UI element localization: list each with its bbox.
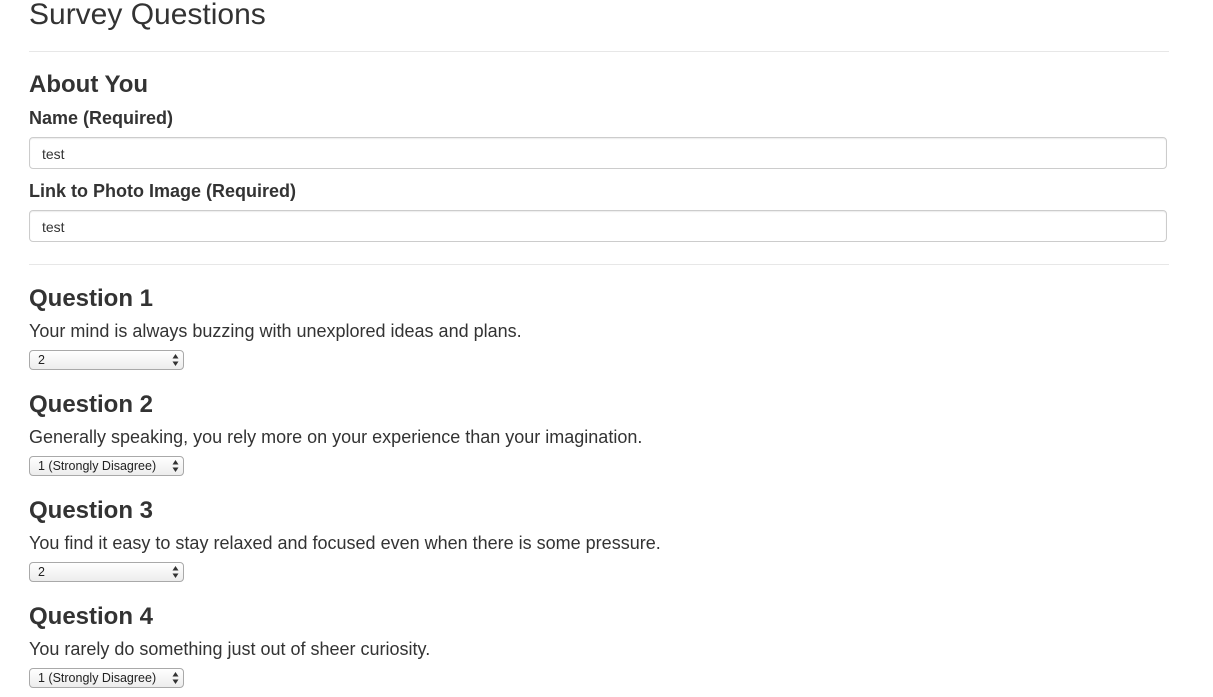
- photo-link-label: Link to Photo Image (Required): [29, 181, 297, 201]
- question-2-select[interactable]: 1 (Strongly Disagree): [29, 456, 184, 476]
- select-arrows-icon: [172, 672, 179, 684]
- question-4-heading: Question 4: [29, 603, 154, 630]
- name-label: Name (Required): [29, 108, 174, 128]
- divider-top: [29, 51, 1169, 52]
- photo-link-input[interactable]: test: [29, 210, 1167, 242]
- about-heading: About You: [29, 71, 149, 98]
- question-1-text: Your mind is always buzzing with unexplo…: [29, 321, 522, 341]
- name-input[interactable]: test: [29, 137, 1167, 169]
- question-2-selected-value: 1 (Strongly Disagree): [38, 459, 157, 473]
- question-3-select[interactable]: 2: [29, 562, 184, 582]
- question-2-heading: Question 2: [29, 391, 154, 418]
- question-3-text: You find it easy to stay relaxed and foc…: [29, 533, 661, 553]
- select-arrows-icon: [172, 354, 179, 366]
- question-1-select[interactable]: 2: [29, 350, 184, 370]
- question-3-heading: Question 3: [29, 497, 154, 524]
- question-2-text: Generally speaking, you rely more on you…: [29, 427, 643, 447]
- question-4-selected-value: 1 (Strongly Disagree): [38, 671, 157, 685]
- question-3-selected-value: 2: [38, 565, 45, 579]
- page-title: Survey Questions: [29, 0, 266, 31]
- question-4-text: You rarely do something just out of shee…: [29, 639, 431, 659]
- question-4-select[interactable]: 1 (Strongly Disagree): [29, 668, 184, 688]
- divider-about: [29, 264, 1169, 265]
- question-1-heading: Question 1: [29, 285, 154, 312]
- question-1-selected-value: 2: [38, 353, 45, 367]
- select-arrows-icon: [172, 566, 179, 578]
- select-arrows-icon: [172, 460, 179, 472]
